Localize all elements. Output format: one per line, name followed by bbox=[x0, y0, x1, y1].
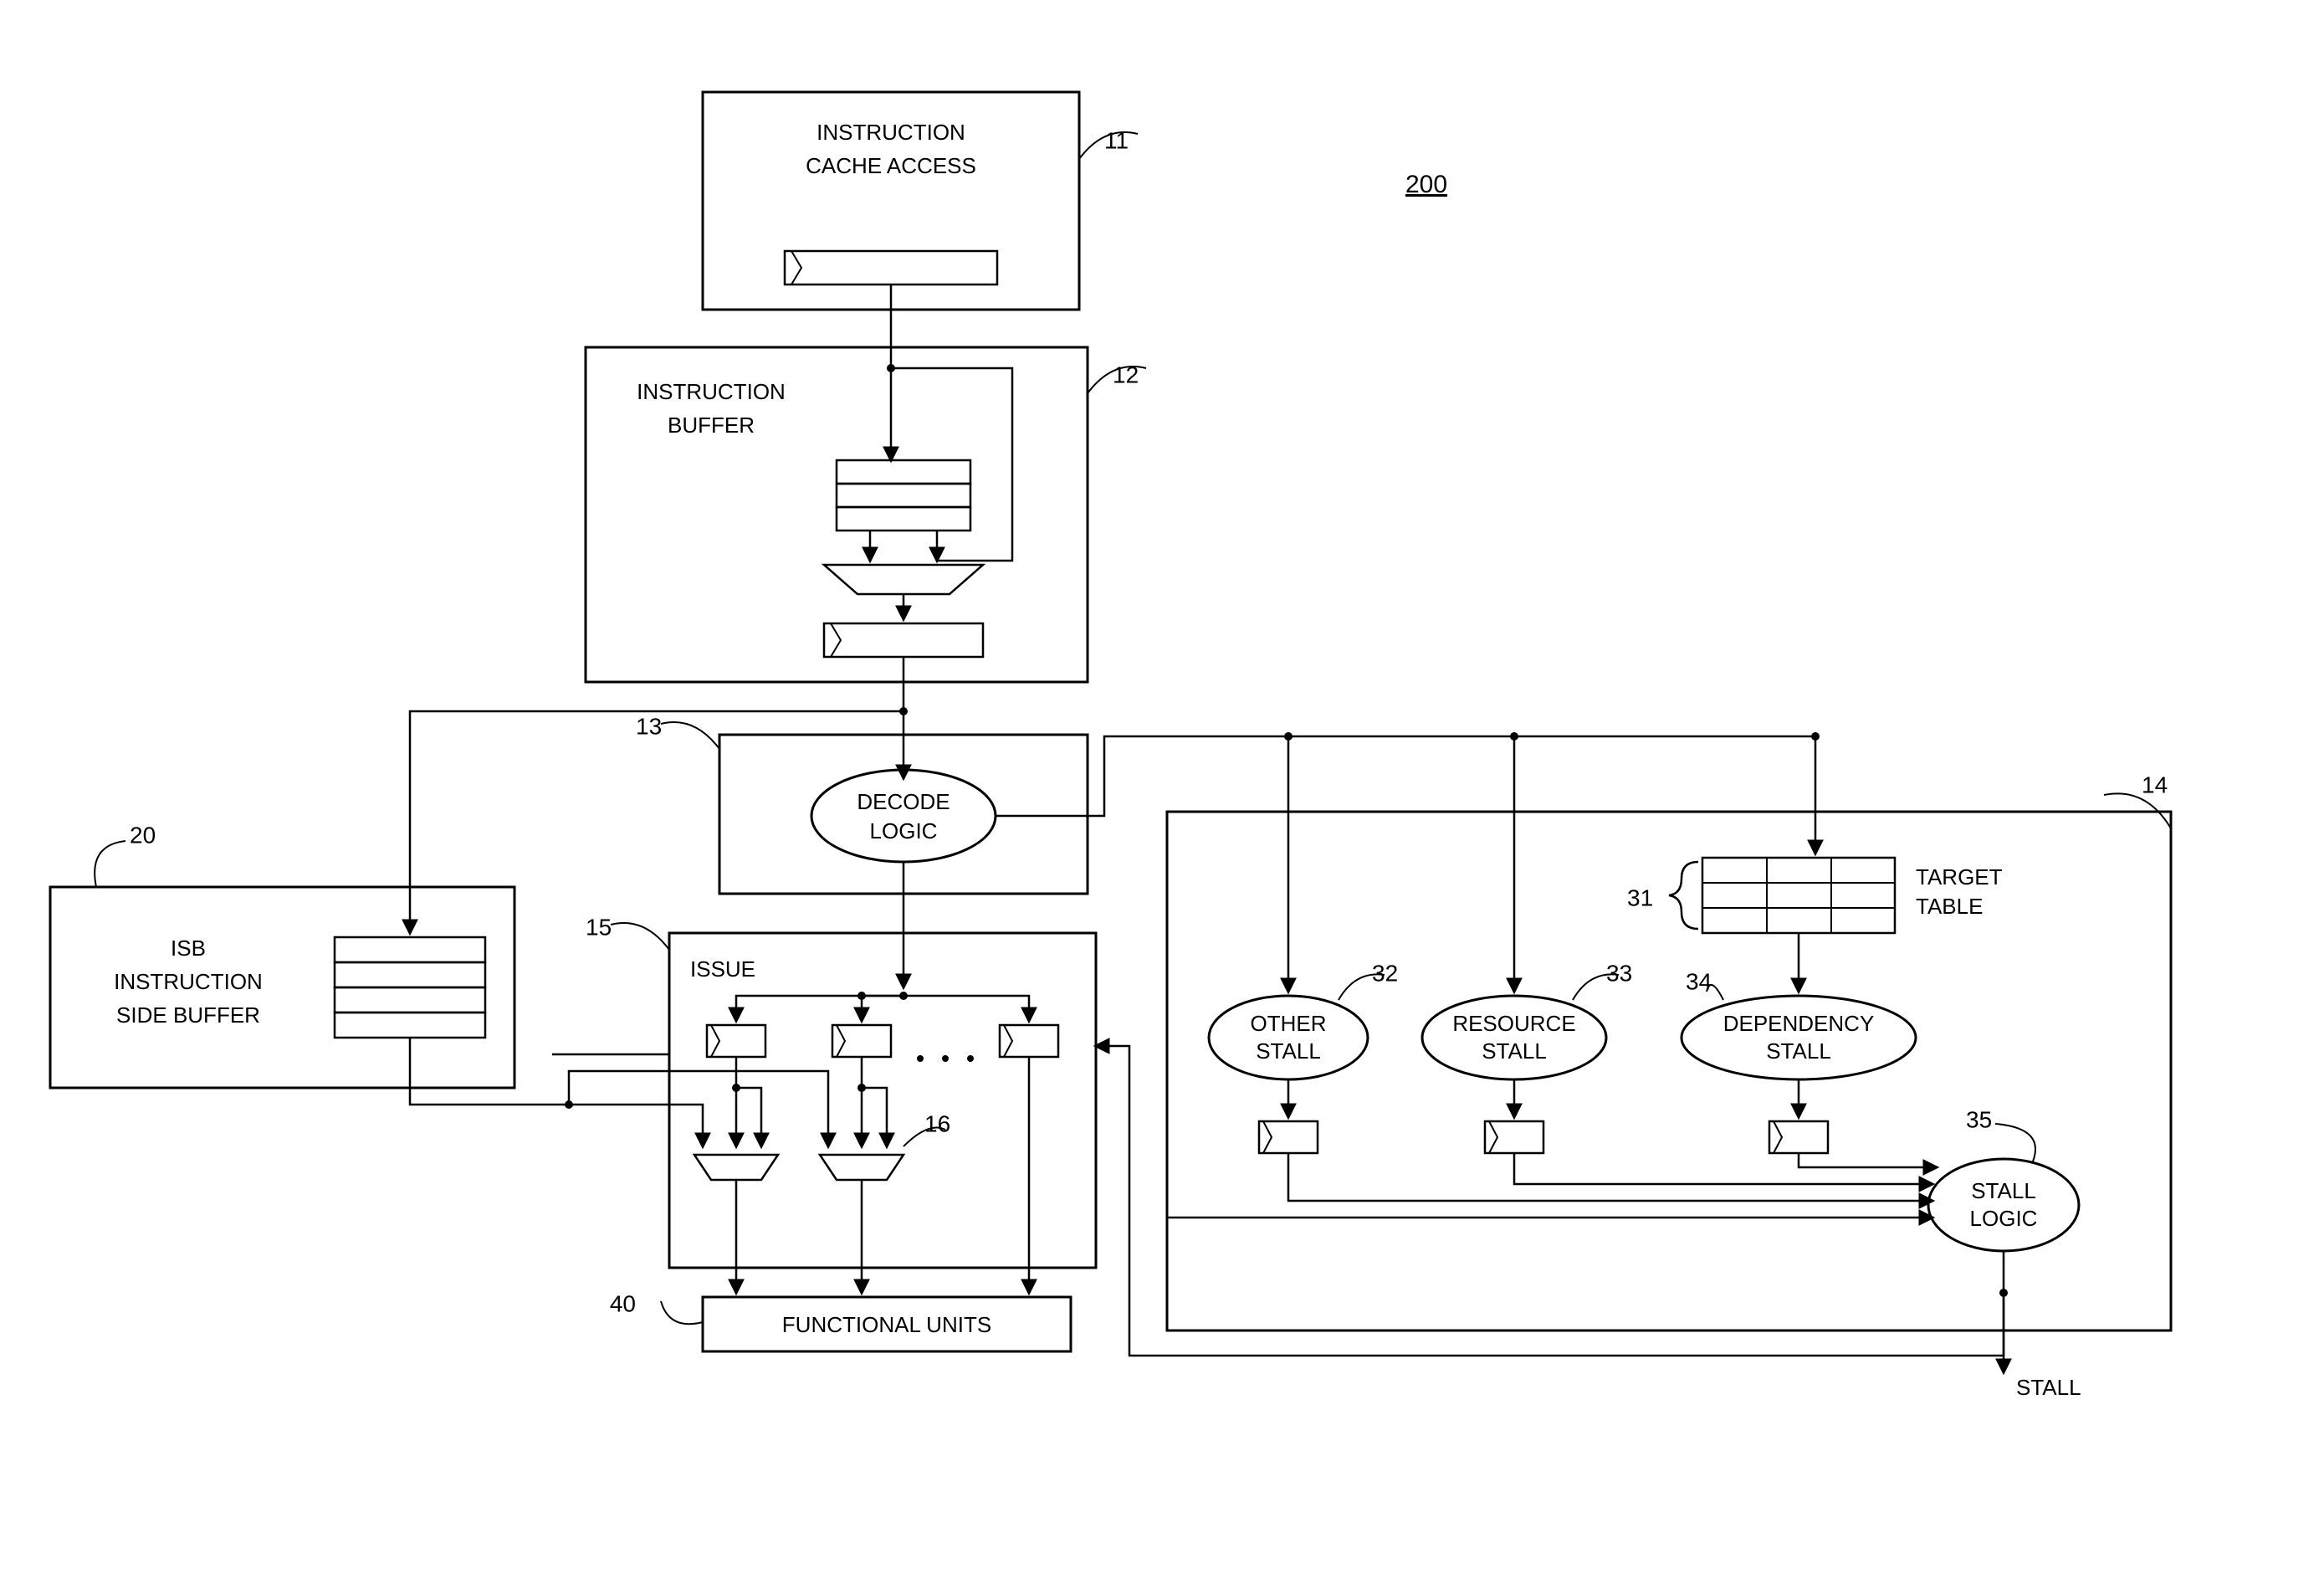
label: INSTRUCTION bbox=[114, 969, 263, 994]
figure-number: 200 bbox=[1405, 171, 1447, 198]
label: STALL bbox=[1256, 1038, 1321, 1064]
label: LOGIC bbox=[870, 818, 938, 843]
resource-stall: RESOURCE STALL bbox=[1422, 996, 1606, 1079]
refnum-12: 12 bbox=[1113, 361, 1139, 387]
block-issue: ISSUE bbox=[669, 933, 1096, 1293]
label: INSTRUCTION bbox=[637, 379, 786, 404]
block-instruction-buffer: INSTRUCTION BUFFER bbox=[586, 347, 1088, 682]
stall-output-label: STALL bbox=[2016, 1375, 2081, 1400]
refnum-14: 14 bbox=[2142, 772, 2168, 797]
label: ISB bbox=[171, 936, 206, 961]
label: SIDE BUFFER bbox=[116, 1002, 260, 1028]
label: STALL bbox=[1971, 1178, 2036, 1203]
block-isb: ISB INSTRUCTION SIDE BUFFER bbox=[50, 887, 514, 1088]
label: TABLE bbox=[1916, 894, 1983, 919]
block-instruction-cache-access: INSTRUCTION CACHE ACCESS bbox=[703, 92, 1079, 310]
refnum-11: 11 bbox=[1104, 127, 1129, 153]
label: LOGIC bbox=[1970, 1206, 2038, 1231]
label: ISSUE bbox=[690, 956, 755, 982]
label: DEPENDENCY bbox=[1723, 1011, 1875, 1036]
label: RESOURCE bbox=[1452, 1011, 1575, 1036]
label: FUNCTIONAL UNITS bbox=[782, 1312, 991, 1337]
label: STALL bbox=[1482, 1038, 1547, 1064]
block-stall bbox=[1167, 812, 2171, 1330]
refnum-32: 32 bbox=[1372, 960, 1398, 986]
refnum-33: 33 bbox=[1606, 960, 1632, 986]
refnum-15: 15 bbox=[586, 914, 612, 940]
refnum-40: 40 bbox=[610, 1290, 636, 1316]
stall-logic: STALL LOGIC bbox=[1928, 1159, 2079, 1251]
label: BUFFER bbox=[668, 413, 755, 438]
label: CACHE ACCESS bbox=[806, 153, 976, 178]
label: INSTRUCTION bbox=[816, 120, 965, 145]
label: TARGET bbox=[1916, 864, 2003, 890]
refnum-16: 16 bbox=[924, 1110, 950, 1136]
refnum-34: 34 bbox=[1686, 968, 1712, 994]
label: OTHER bbox=[1251, 1011, 1327, 1036]
dependency-stall: DEPENDENCY STALL bbox=[1682, 996, 1916, 1079]
refnum-31: 31 bbox=[1627, 884, 1653, 910]
refnum-13: 13 bbox=[636, 713, 662, 739]
issue-mux-group bbox=[694, 1155, 903, 1180]
other-stall: OTHER STALL bbox=[1209, 996, 1368, 1079]
target-table: TARGET TABLE bbox=[1702, 858, 2003, 933]
refnum-20: 20 bbox=[130, 822, 156, 848]
label: DECODE bbox=[857, 789, 950, 814]
refnum-35: 35 bbox=[1966, 1106, 1992, 1132]
block-functional-units: FUNCTIONAL UNITS bbox=[703, 1297, 1071, 1351]
label: STALL bbox=[1766, 1038, 1831, 1064]
